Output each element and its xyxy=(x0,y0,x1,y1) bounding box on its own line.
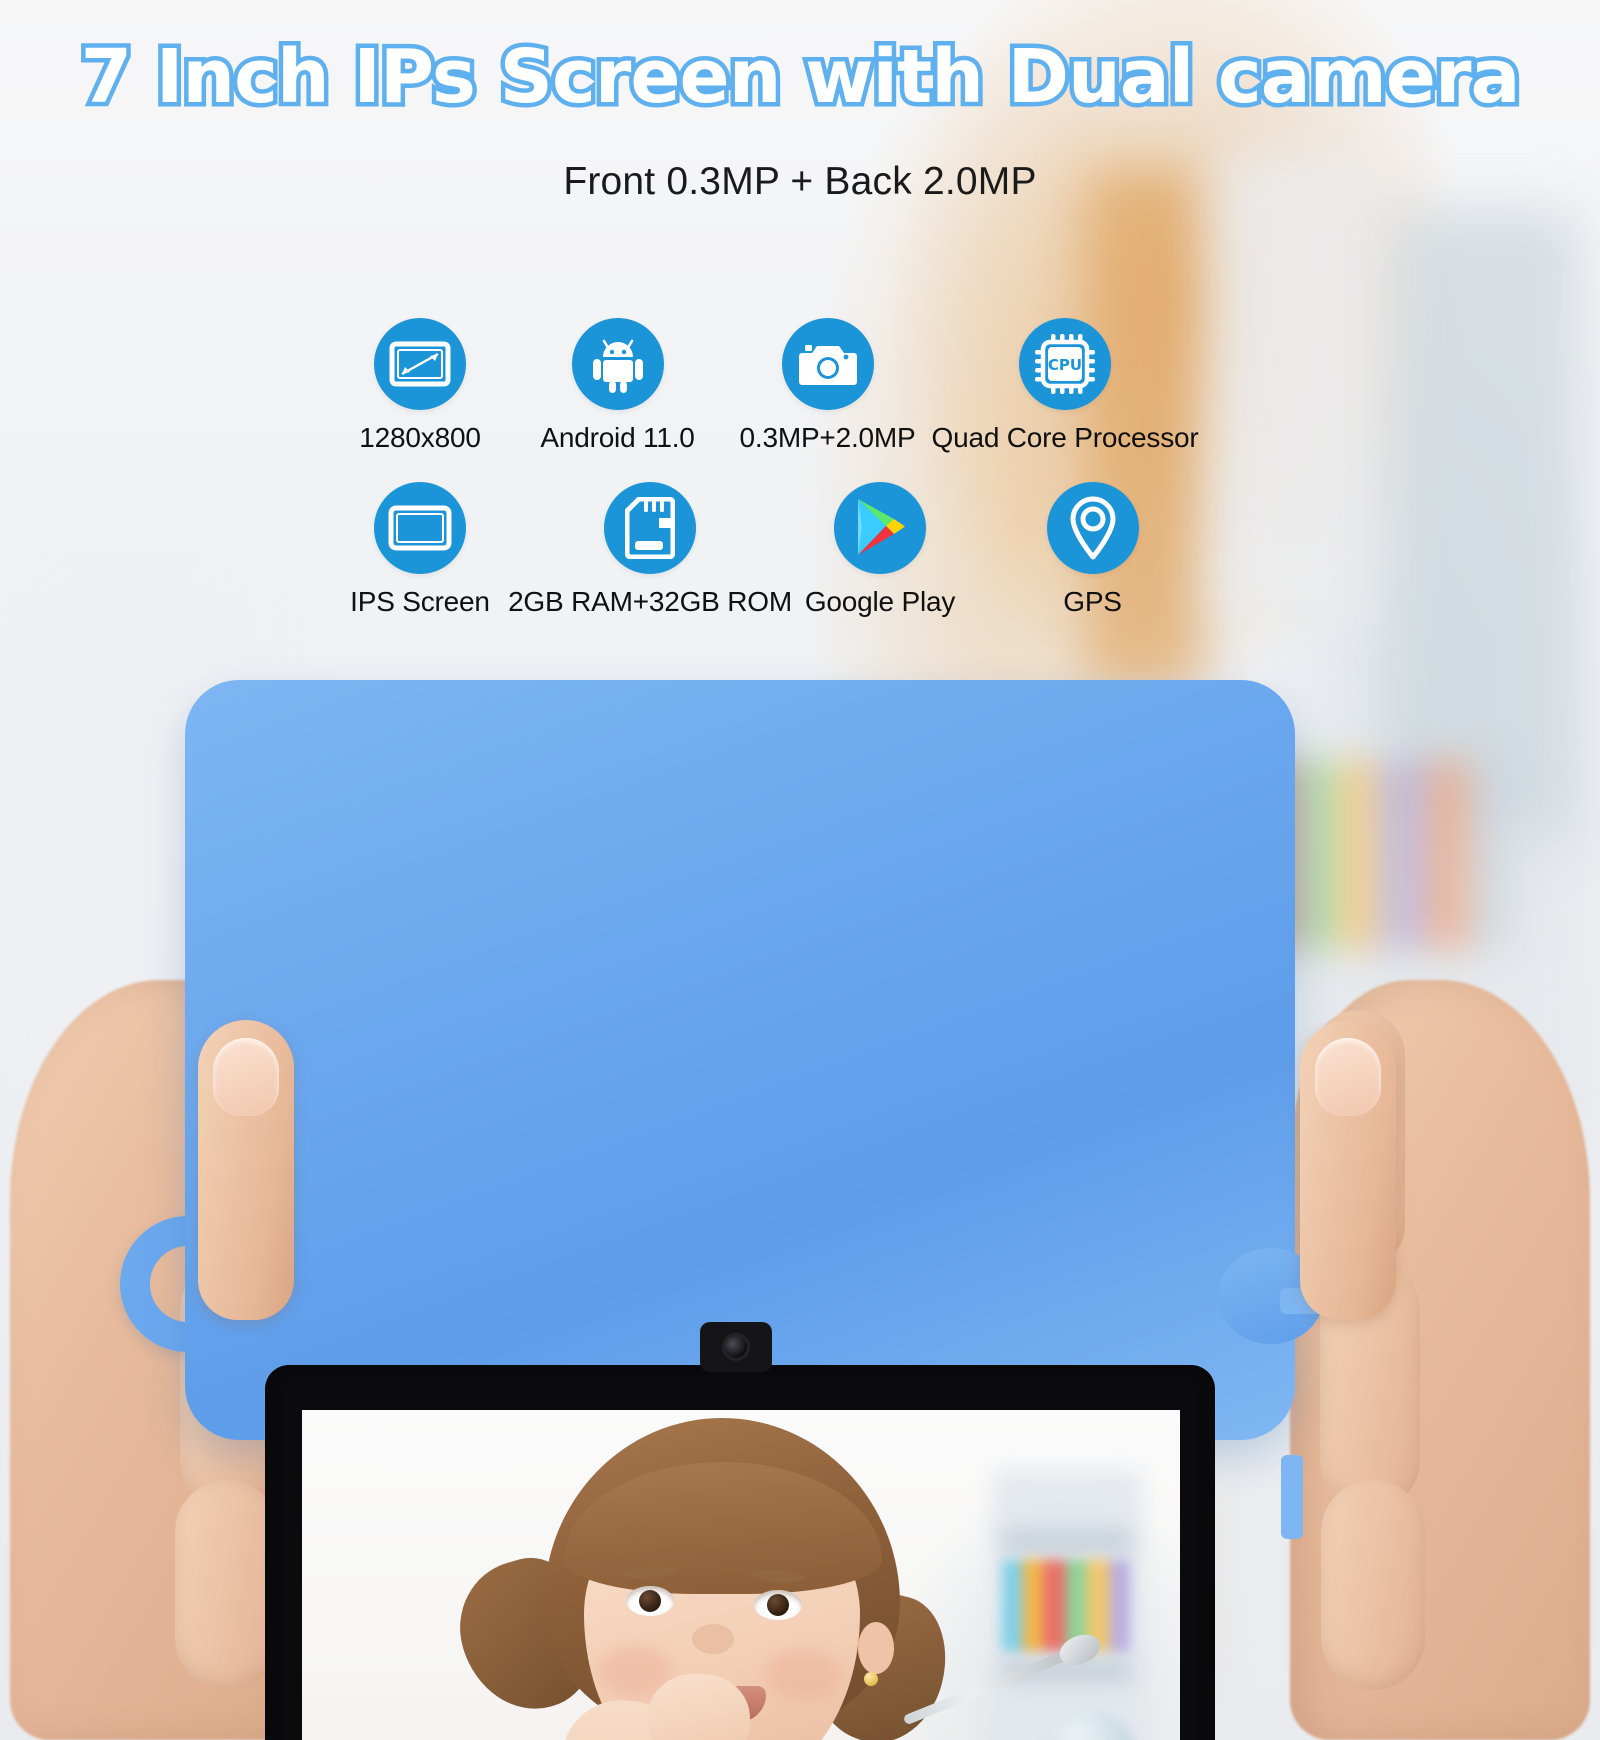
feature-memory: 2GB RAM+32GB ROM xyxy=(508,482,792,618)
right-thumb xyxy=(1300,1020,1396,1320)
fingernail xyxy=(1315,1038,1381,1116)
feature-resolution: 1280x800 xyxy=(340,318,500,454)
feature-google-play: Google Play xyxy=(800,482,960,618)
child-earring xyxy=(864,1672,878,1686)
front-camera xyxy=(700,1322,772,1372)
photo-child xyxy=(302,1410,1180,1740)
cpu-icon-text: CPU xyxy=(1048,356,1082,374)
product-photo-scene xyxy=(0,600,1600,1740)
feature-label: Android 11.0 xyxy=(540,422,695,453)
cpu-chip-icon: CPU xyxy=(1019,318,1111,410)
background-shelf xyxy=(1215,150,1385,620)
child-nose xyxy=(692,1624,734,1654)
feature-label: Quad Core Processor xyxy=(931,422,1199,453)
screen-diagonal-icon xyxy=(374,318,466,410)
map-pin-icon xyxy=(1046,482,1139,574)
feature-row-2: IPS Screen 2GB RAM+32GB ROM Google Play … xyxy=(340,482,1200,618)
child-eye xyxy=(626,1586,674,1616)
volume-button[interactable] xyxy=(1281,1455,1303,1539)
feature-gps: GPS xyxy=(985,482,1200,618)
headline: 7 Inch IPs Screen with Dual camera xyxy=(76,34,1525,120)
left-thumb xyxy=(198,1020,294,1320)
feature-ips-screen: IPS Screen xyxy=(340,482,500,618)
right-hand-finger xyxy=(1321,1480,1425,1690)
camera-icon xyxy=(781,318,874,410)
feature-camera: 0.3MP+2.0MP xyxy=(735,318,920,454)
android-robot-icon xyxy=(571,318,664,410)
subtitle: Front 0.3MP + Back 2.0MP xyxy=(563,160,1037,203)
left-hand-finger xyxy=(175,1480,279,1690)
feature-grid: 1280x800 Android 11.0 0.3MP+2.0MP CPU Qu… xyxy=(340,318,1200,618)
tablet-display[interactable] xyxy=(302,1410,1180,1740)
feature-processor: CPU Quad Core Processor xyxy=(930,318,1200,454)
feature-label: 1280x800 xyxy=(359,422,481,453)
child-cheek xyxy=(766,1650,840,1700)
feature-os: Android 11.0 xyxy=(510,318,725,454)
feature-label: 0.3MP+2.0MP xyxy=(739,422,916,453)
sd-card-icon xyxy=(604,482,696,574)
child-ear xyxy=(858,1622,894,1674)
feature-row-1: 1280x800 Android 11.0 0.3MP+2.0MP CPU Qu… xyxy=(340,318,1200,454)
fingernail xyxy=(213,1038,279,1116)
google-play-icon xyxy=(834,482,926,574)
product-feature-banner: 7 Inch IPs Screen with Dual camera Front… xyxy=(0,0,1600,1740)
monitor-icon xyxy=(374,482,466,574)
child-eye xyxy=(754,1590,802,1620)
